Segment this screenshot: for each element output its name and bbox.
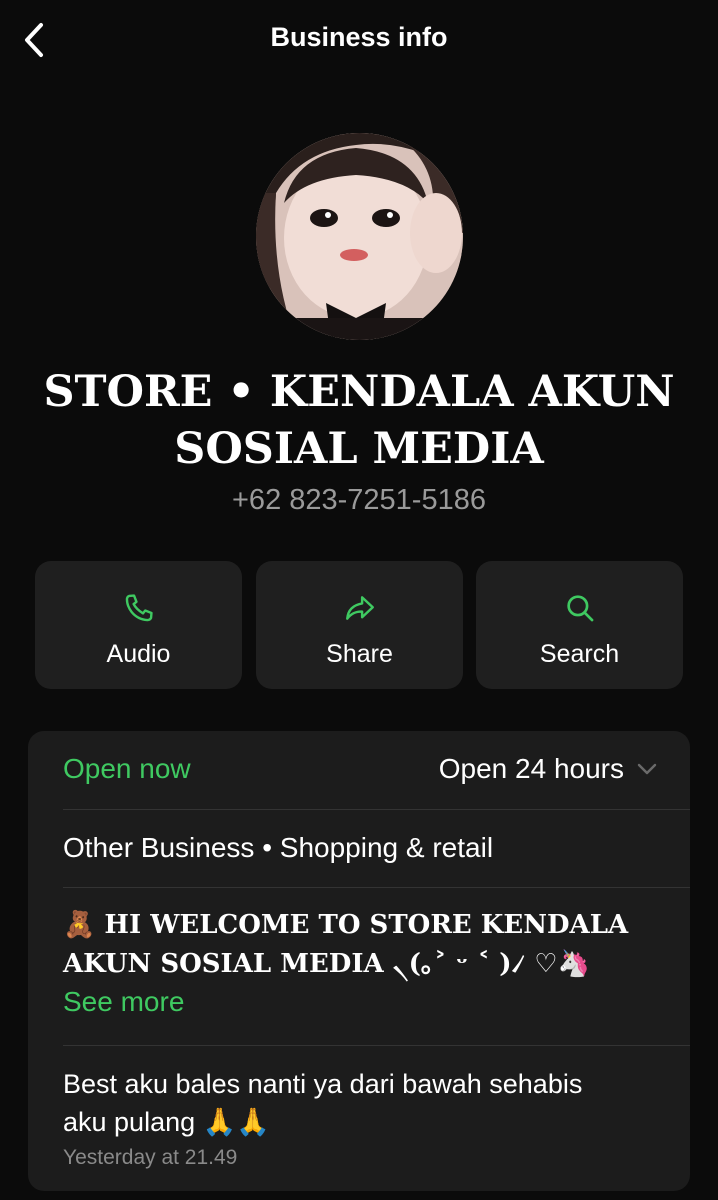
phone-icon [125, 594, 153, 622]
divider [63, 809, 690, 810]
divider [63, 887, 690, 888]
see-more-link[interactable]: See more [63, 986, 184, 1018]
business-info-screen: Business info STORE • KENDALA AKUN SOSIA… [0, 0, 718, 1200]
business-name: STORE • KENDALA AKUN SOSIAL MEDIA [20, 364, 698, 478]
description-line1: 🧸 HI WELCOME TO STORE KENDALA [63, 910, 629, 940]
avatar-photo [256, 133, 463, 340]
business-name-line2: SOSIAL MEDIA [174, 424, 544, 474]
business-name-line1: STORE • KENDALA AKUN [43, 367, 675, 417]
action-buttons: Audio Share Search [35, 561, 683, 689]
business-info-card: Open now Open 24 hours Other Business • … [28, 731, 690, 1191]
share-label: Share [326, 640, 393, 668]
message-line1: Best aku bales nanti ya dari bawah sehab… [63, 1069, 583, 1099]
share-arrow-icon [345, 596, 374, 620]
audio-label: Audio [106, 640, 171, 668]
message-timestamp: Yesterday at 21.49 [63, 1146, 238, 1169]
search-label: Search [539, 640, 620, 668]
business-category: Other Business • Shopping & retail [63, 832, 494, 863]
divider [63, 1045, 690, 1046]
description-line2: AKUN SOSIAL MEDIA ৲(｡˃ ᵕ ˂ )৴ ♡🦄 [63, 949, 590, 979]
avatar[interactable] [256, 133, 463, 340]
phone-number[interactable]: +62 823-7251-5186 [0, 484, 718, 517]
hours-text: Open 24 hours [438, 753, 624, 784]
page-title: Business info [270, 22, 448, 52]
message-line2: aku pulang 🙏🙏 [63, 1107, 270, 1137]
audio-button[interactable]: Audio [35, 561, 242, 689]
hours-dropdown[interactable]: Open 24 hours [439, 751, 658, 787]
business-message: Best aku bales nanti ya dari bawah sehab… [63, 1065, 650, 1141]
header: Business info [0, 0, 718, 80]
open-status: Open now [63, 753, 191, 784]
business-description: 🧸 HI WELCOME TO STORE KENDALA AKUN SOSIA… [63, 906, 650, 984]
search-icon [566, 595, 593, 622]
search-button[interactable]: Search [476, 561, 683, 689]
share-button[interactable]: Share [256, 561, 463, 689]
chevron-down-icon [637, 763, 657, 775]
